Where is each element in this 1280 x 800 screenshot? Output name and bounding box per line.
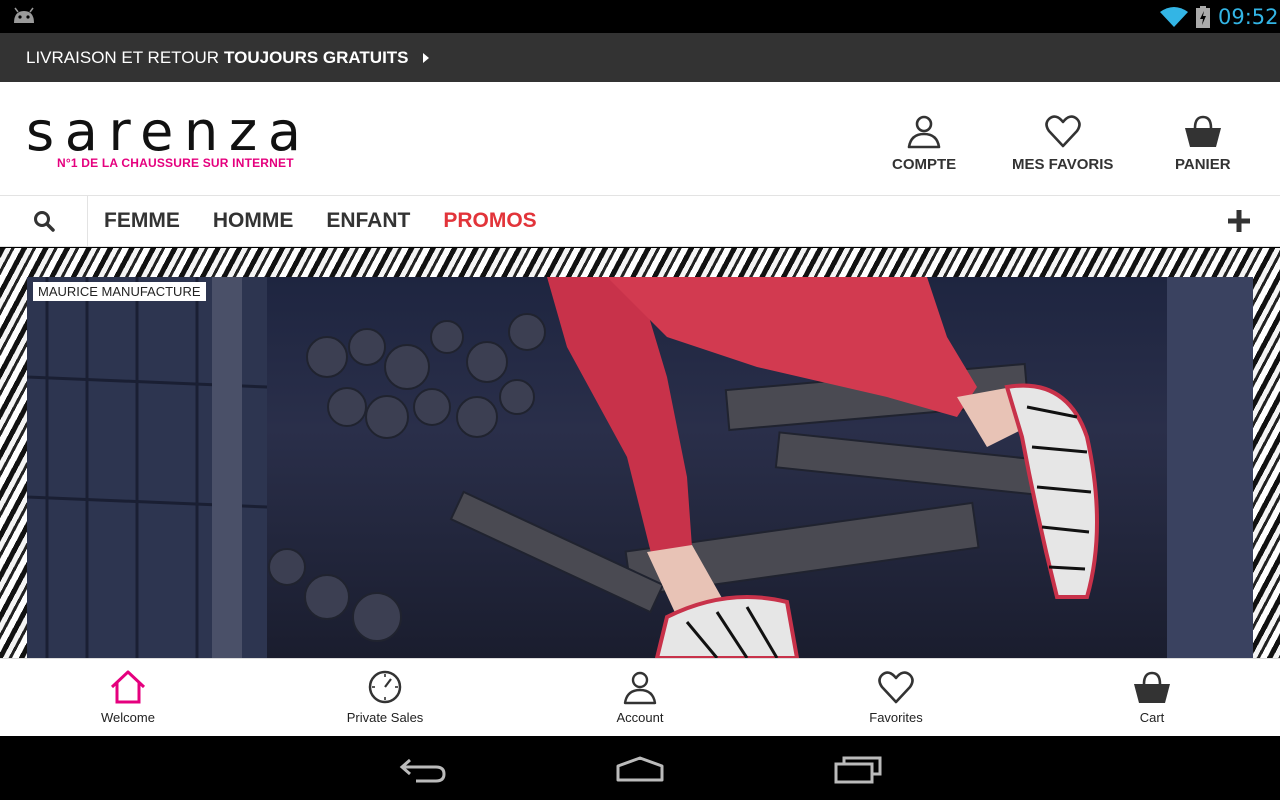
cart-button[interactable]: PANIER: [1175, 112, 1231, 173]
user-icon: [623, 671, 657, 705]
recent-apps-icon[interactable]: [830, 750, 886, 786]
home-icon: [110, 670, 146, 704]
cart-label: PANIER: [1175, 156, 1231, 173]
basket-icon: [1184, 115, 1221, 147]
battery-icon: [1196, 6, 1210, 28]
hero-banner[interactable]: MAURICE MANUFACTURE: [0, 248, 1280, 658]
heart-icon: [878, 671, 914, 704]
search-icon: [33, 211, 55, 232]
tab-private-sales[interactable]: Private Sales: [305, 659, 465, 737]
tab-favorites[interactable]: Favorites: [816, 659, 976, 737]
hero-photo-illustration: [27, 277, 1253, 658]
arrow-right-icon: [422, 52, 429, 63]
favorites-button[interactable]: MES FAVORIS: [1012, 112, 1113, 173]
tab-label-favorites: Favorites: [869, 710, 923, 725]
favorites-label: MES FAVORIS: [1012, 156, 1114, 173]
search-button[interactable]: [0, 196, 88, 246]
clock-icon: [368, 670, 402, 704]
promo-text: LIVRAISON ET RETOUR: [26, 47, 220, 67]
promo-text-bold: TOUJOURS GRATUITS: [224, 47, 409, 67]
bottom-tab-bar: Welcome Private Sales Account Favorites: [0, 658, 1280, 736]
free-delivery-banner[interactable]: LIVRAISON ET RETOUR TOUJOURS GRATUITS: [0, 33, 1280, 82]
logo-wordmark: sarenza: [26, 100, 301, 163]
plus-icon[interactable]: [1224, 206, 1254, 236]
user-icon: [907, 115, 941, 149]
logo-tagline: N°1 DE LA CHAUSSURE SUR INTERNET: [57, 156, 294, 170]
sarenza-logo[interactable]: sarenza N°1 DE LA CHAUSSURE SUR INTERNET: [26, 100, 306, 174]
android-icon: [14, 7, 34, 23]
basket-icon: [1134, 671, 1170, 703]
tab-cart[interactable]: Cart: [1072, 659, 1232, 737]
account-label: COMPTE: [892, 156, 957, 173]
nav-item-homme[interactable]: HOMME: [213, 209, 294, 233]
category-menu: FEMME HOMME ENFANT PROMOS: [104, 196, 570, 246]
back-icon[interactable]: [396, 750, 452, 786]
brand-tag: MAURICE MANUFACTURE: [33, 282, 206, 301]
status-bar: 09:52: [0, 0, 1280, 33]
home-nav-icon[interactable]: [612, 750, 668, 786]
system-navigation-bar: [0, 736, 1280, 800]
account-button[interactable]: COMPTE: [892, 112, 956, 173]
tab-label-private-sales: Private Sales: [346, 710, 424, 725]
hero-photo: [27, 277, 1253, 658]
nav-item-promos[interactable]: PROMOS: [443, 209, 536, 233]
nav-item-femme[interactable]: FEMME: [104, 209, 180, 233]
header: sarenza N°1 DE LA CHAUSSURE SUR INTERNET…: [0, 82, 1280, 196]
tab-label-welcome: Welcome: [101, 710, 155, 725]
nav-item-enfant[interactable]: ENFANT: [326, 209, 410, 233]
tab-account[interactable]: Account: [560, 659, 720, 737]
category-nav: FEMME HOMME ENFANT PROMOS: [0, 196, 1280, 247]
svg-text:sarenza: sarenza: [26, 104, 300, 156]
heart-icon: [1044, 115, 1081, 148]
status-clock: 09:52: [1218, 5, 1279, 29]
tab-label-account: Account: [616, 710, 664, 725]
tab-label-cart: Cart: [1139, 710, 1165, 725]
tab-welcome[interactable]: Welcome: [48, 659, 208, 737]
wifi-icon: [1160, 7, 1188, 27]
